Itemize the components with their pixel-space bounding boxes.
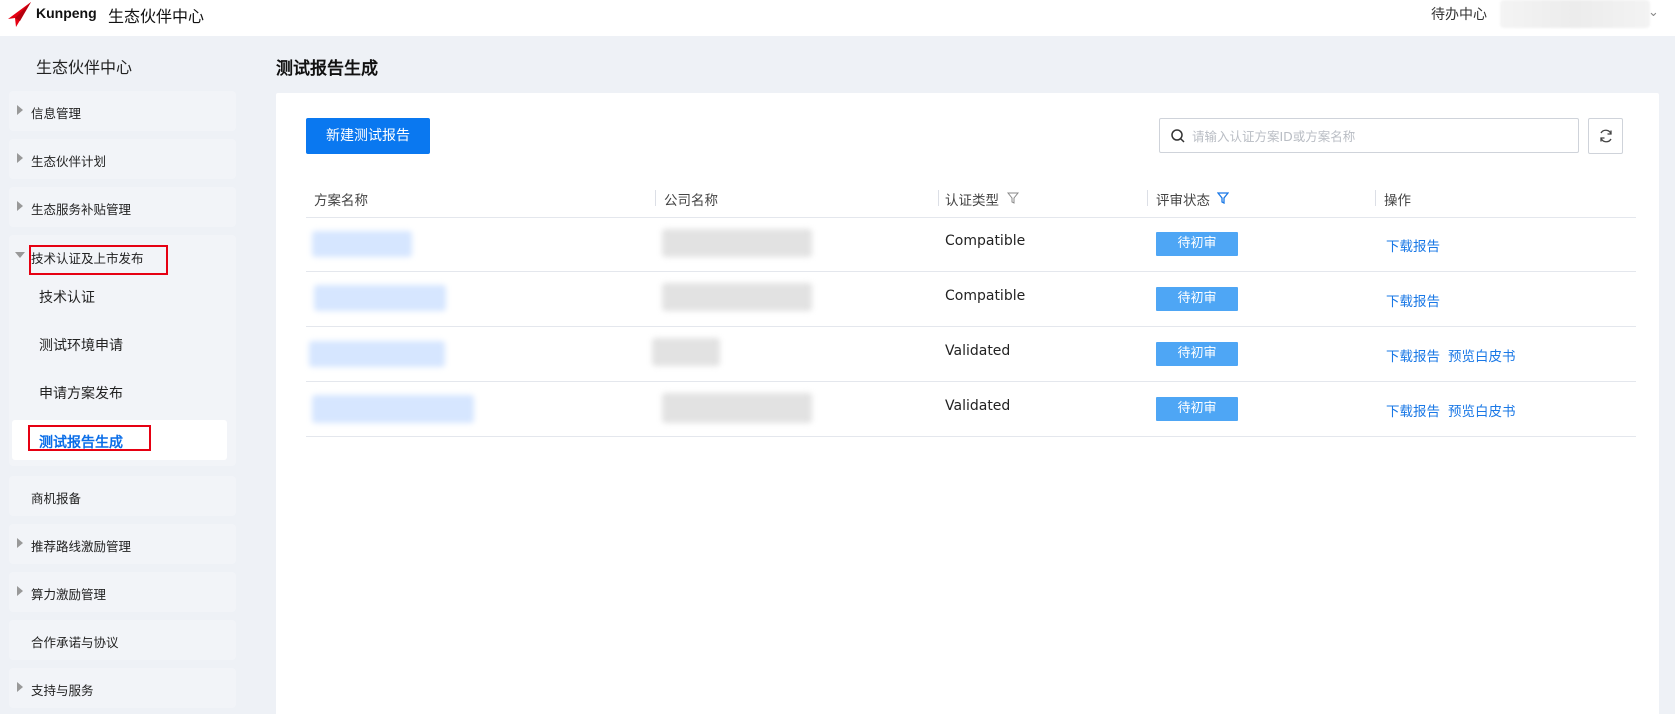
table-divider [306, 217, 1636, 218]
search-box [1159, 118, 1579, 153]
sidebar-item-agreements[interactable]: 合作承诺与协议 [9, 620, 236, 660]
highlight-box [28, 425, 151, 451]
sidebar-item-compute-incentive[interactable]: 算力激励管理 [9, 572, 236, 612]
sidebar-item-label: 信息管理 [31, 106, 82, 121]
brand-name: Kunpeng [36, 5, 97, 21]
sidebar-subitem-solution-release[interactable]: 申请方案发布 [39, 383, 123, 403]
todo-center-link[interactable]: 待办中心 [1431, 4, 1487, 24]
app-title: 生态伙伴中心 [108, 7, 205, 26]
column-header-company-name: 公司名称 [664, 193, 718, 209]
caret-right-icon [17, 586, 23, 596]
user-menu[interactable] [1500, 0, 1650, 28]
refresh-button[interactable] [1588, 118, 1623, 154]
content-card: 新建测试报告 方案名称 公司名称 认证类型 评审状态 操作 Compatible… [276, 93, 1659, 714]
column-divider [938, 190, 939, 206]
table-row-divider [306, 436, 1636, 437]
cert-type-cell: Compatible [945, 233, 1026, 249]
caret-right-icon [17, 153, 23, 163]
redacted-solution-name[interactable] [312, 395, 474, 423]
chevron-down-icon[interactable]: ⌄ [1648, 5, 1659, 20]
column-header-cert-type: 认证类型 [945, 193, 999, 209]
sidebar-item-label: 合作承诺与协议 [31, 635, 119, 650]
redacted-solution-name[interactable] [312, 231, 412, 257]
sidebar-item-opportunity-report[interactable]: 商机报备 [9, 476, 236, 516]
caret-down-icon[interactable] [15, 252, 25, 258]
new-test-report-button[interactable]: 新建测试报告 [306, 118, 430, 154]
cert-type-cell: Validated [945, 398, 1011, 414]
cert-type-cell: Validated [945, 343, 1011, 359]
filter-icon[interactable] [1217, 192, 1229, 204]
sidebar-item-label: 生态服务补贴管理 [31, 202, 132, 217]
search-icon [1171, 129, 1185, 143]
column-divider [1147, 190, 1148, 206]
search-input[interactable] [1192, 125, 1562, 147]
preview-whitepaper-link[interactable]: 预览白皮书 [1448, 400, 1516, 420]
status-badge: 待初审 [1156, 397, 1238, 421]
sidebar-item-support[interactable]: 支持与服务 [9, 668, 236, 708]
sidebar-item-route-incentive[interactable]: 推荐路线激励管理 [9, 524, 236, 564]
kunpeng-logo-icon [8, 2, 31, 27]
caret-right-icon [17, 538, 23, 548]
redacted-company-name [662, 393, 812, 423]
table-row-divider [306, 381, 1636, 382]
table-row-divider [306, 271, 1636, 272]
download-report-link[interactable]: 下载报告 [1386, 400, 1440, 420]
column-header-solution-name: 方案名称 [314, 193, 368, 209]
status-badge: 待初审 [1156, 232, 1238, 256]
download-report-link[interactable]: 下载报告 [1386, 235, 1440, 255]
redacted-company-name [662, 229, 812, 257]
sidebar-item-label: 推荐路线激励管理 [31, 539, 132, 554]
sidebar-item-label: 支持与服务 [31, 683, 94, 698]
filter-icon[interactable] [1007, 192, 1019, 204]
top-bar: Kunpeng 生态伙伴中心 待办中心 ⌄ [0, 0, 1675, 36]
sidebar-item-label: 算力激励管理 [31, 587, 107, 602]
status-badge: 待初审 [1156, 287, 1238, 311]
refresh-icon [1600, 129, 1612, 143]
redacted-company-name [652, 338, 720, 366]
download-report-link[interactable]: 下载报告 [1386, 290, 1440, 310]
column-header-review-status: 评审状态 [1156, 193, 1210, 209]
page-title: 测试报告生成 [276, 59, 378, 79]
column-divider [655, 190, 656, 206]
caret-right-icon [17, 201, 23, 211]
sidebar-item-subsidy-management[interactable]: 生态服务补贴管理 [9, 187, 236, 227]
column-header-actions: 操作 [1384, 193, 1411, 209]
redacted-solution-name[interactable] [309, 341, 445, 367]
sidebar-subitem-tech-cert[interactable]: 技术认证 [39, 287, 95, 307]
preview-whitepaper-link[interactable]: 预览白皮书 [1448, 345, 1516, 365]
caret-right-icon [17, 682, 23, 692]
sidebar-item-label: 商机报备 [31, 491, 82, 506]
cert-type-cell: Compatible [945, 288, 1026, 304]
sidebar-title: 生态伙伴中心 [36, 58, 133, 77]
highlight-box [29, 245, 168, 275]
sidebar-item-partner-program[interactable]: 生态伙伴计划 [9, 139, 236, 179]
table-row-divider [306, 326, 1636, 327]
sidebar-item-label: 生态伙伴计划 [31, 154, 107, 169]
download-report-link[interactable]: 下载报告 [1386, 345, 1440, 365]
column-divider [1375, 190, 1376, 206]
sidebar-item-info-management[interactable]: 信息管理 [9, 91, 236, 131]
redacted-solution-name[interactable] [314, 285, 446, 311]
status-badge: 待初审 [1156, 342, 1238, 366]
redacted-company-name [662, 283, 812, 311]
sidebar-subitem-test-env[interactable]: 测试环境申请 [39, 335, 123, 355]
caret-right-icon [17, 105, 23, 115]
